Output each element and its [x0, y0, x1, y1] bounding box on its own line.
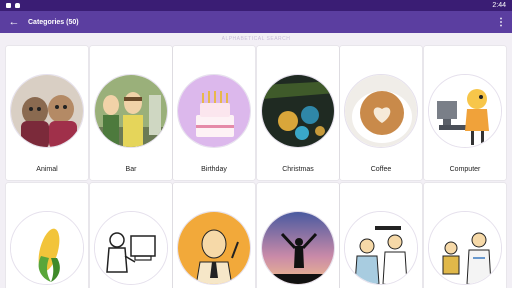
sunset-silhouette-icon	[261, 211, 335, 285]
back-arrow-icon[interactable]: ←	[0, 11, 28, 33]
doctor-patient-cartoon-icon	[428, 211, 502, 285]
category-label: Birthday	[201, 166, 227, 173]
dogs-in-sweaters-icon	[10, 74, 84, 148]
bar-cartoon-icon	[94, 74, 168, 148]
category-card-computer-user[interactable]	[90, 183, 172, 288]
category-label: Christmas	[282, 166, 314, 173]
computer-user-cartoon-icon	[94, 211, 168, 285]
page-title: Categories (50)	[28, 18, 79, 26]
doctors-cartoon-icon	[344, 211, 418, 285]
corn-icon	[10, 211, 84, 285]
category-card-birthday[interactable]: Birthday	[173, 46, 255, 180]
notification-icon	[6, 3, 11, 8]
category-card-computer[interactable]: Computer	[424, 46, 506, 180]
overflow-menu-icon[interactable]: ⋮	[490, 11, 512, 33]
category-card-bar[interactable]: Bar	[90, 46, 172, 180]
category-card-corn[interactable]	[6, 183, 88, 288]
category-card-animal[interactable]: Animal	[6, 46, 88, 180]
section-subheader: ALPHABETICAL SEARCH	[221, 36, 291, 42]
category-card-salesman[interactable]	[173, 183, 255, 288]
category-label: Bar	[125, 166, 137, 173]
status-time: 2:44	[492, 2, 506, 9]
app-bar: ← Categories (50) ⋮	[0, 11, 512, 33]
bell-icon	[15, 3, 20, 8]
category-card-doctor-patient[interactable]	[424, 183, 506, 288]
birthday-cake-icon	[177, 74, 251, 148]
category-card-christmas[interactable]: Christmas	[257, 46, 339, 180]
computer-cartoon-icon	[428, 74, 502, 148]
salesman-cartoon-icon	[177, 211, 251, 285]
category-label: Animal	[36, 166, 58, 173]
category-card-doctors[interactable]	[340, 183, 422, 288]
latte-art-icon	[344, 74, 418, 148]
christmas-ornaments-icon	[261, 74, 335, 148]
category-label: Computer	[449, 166, 481, 173]
status-bar: 2:44	[0, 0, 512, 11]
category-label: Coffee	[370, 166, 392, 173]
category-card-coffee[interactable]: Coffee	[340, 46, 422, 180]
category-card-sunset[interactable]	[257, 183, 339, 288]
